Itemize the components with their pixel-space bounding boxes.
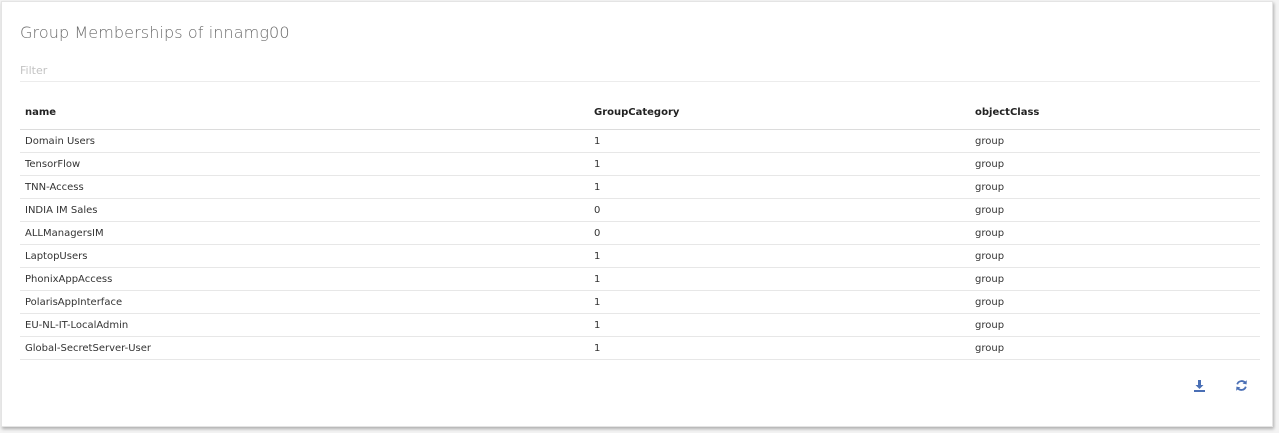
refresh-button[interactable] bbox=[1232, 376, 1250, 394]
panel-title: Group Memberships of innamg00 bbox=[20, 23, 290, 42]
cell-objectclass: group bbox=[975, 227, 1005, 239]
table-row[interactable]: INDIA IM Sales 0 group bbox=[20, 199, 1260, 222]
table-row[interactable]: PhonixAppAccess 1 group bbox=[20, 268, 1260, 291]
cell-groupcategory: 1 bbox=[594, 296, 601, 308]
cell-objectclass: group bbox=[975, 319, 1005, 331]
cell-name: TensorFlow bbox=[25, 158, 81, 170]
cell-name: Domain Users bbox=[25, 135, 95, 147]
cell-groupcategory: 0 bbox=[594, 204, 601, 216]
download-button[interactable] bbox=[1190, 376, 1208, 394]
cell-groupcategory: 1 bbox=[594, 158, 601, 170]
cell-groupcategory: 1 bbox=[594, 181, 601, 193]
cell-objectclass: group bbox=[975, 250, 1005, 262]
table-row[interactable]: TNN-Access 1 group bbox=[20, 176, 1260, 199]
table-row[interactable]: LaptopUsers 1 group bbox=[20, 245, 1260, 268]
table-row[interactable]: ALLManagersIM 0 group bbox=[20, 222, 1260, 245]
cell-name: TNN-Access bbox=[25, 181, 84, 193]
cell-groupcategory: 1 bbox=[594, 342, 601, 354]
cell-groupcategory: 1 bbox=[594, 273, 601, 285]
cell-objectclass: group bbox=[975, 342, 1005, 354]
cell-objectclass: group bbox=[975, 204, 1005, 216]
cell-objectclass: group bbox=[975, 273, 1005, 285]
cell-groupcategory: 1 bbox=[594, 135, 601, 147]
table-row[interactable]: Domain Users 1 group bbox=[20, 130, 1260, 153]
cell-name: LaptopUsers bbox=[25, 250, 88, 262]
cell-name: ALLManagersIM bbox=[25, 227, 104, 239]
filter-input[interactable] bbox=[20, 59, 1260, 82]
table-row[interactable]: TensorFlow 1 group bbox=[20, 153, 1260, 176]
refresh-icon bbox=[1235, 379, 1247, 391]
table-row[interactable]: PolarisAppInterface 1 group bbox=[20, 291, 1260, 314]
cell-objectclass: group bbox=[975, 296, 1005, 308]
memberships-table: name GroupCategory objectClass Domain Us… bbox=[20, 95, 1260, 360]
cell-name: EU-NL-IT-LocalAdmin bbox=[25, 319, 129, 331]
column-header-objectclass[interactable]: objectClass bbox=[975, 95, 1039, 129]
cell-groupcategory: 0 bbox=[594, 227, 601, 239]
cell-objectclass: group bbox=[975, 158, 1005, 170]
cell-name: Global-SecretServer-User bbox=[25, 342, 152, 354]
cell-groupcategory: 1 bbox=[594, 250, 601, 262]
download-icon bbox=[1193, 379, 1205, 392]
table-row[interactable]: EU-NL-IT-LocalAdmin 1 group bbox=[20, 314, 1260, 337]
column-header-name[interactable]: name bbox=[25, 95, 56, 129]
cell-objectclass: group bbox=[975, 181, 1005, 193]
column-header-groupcategory[interactable]: GroupCategory bbox=[594, 95, 679, 129]
group-memberships-panel: Group Memberships of innamg00 name Group… bbox=[1, 1, 1273, 427]
table-body: Domain Users 1 group TensorFlow 1 group TNN-Ac… bbox=[20, 130, 1260, 360]
cell-objectclass: group bbox=[975, 135, 1005, 147]
table-header-row: name GroupCategory objectClass bbox=[20, 95, 1260, 130]
cell-name: PolarisAppInterface bbox=[25, 296, 123, 308]
cell-name: PhonixAppAccess bbox=[25, 273, 113, 285]
table-row[interactable]: Global-SecretServer-User 1 group bbox=[20, 337, 1260, 360]
cell-groupcategory: 1 bbox=[594, 319, 601, 331]
cell-name: INDIA IM Sales bbox=[25, 204, 98, 216]
